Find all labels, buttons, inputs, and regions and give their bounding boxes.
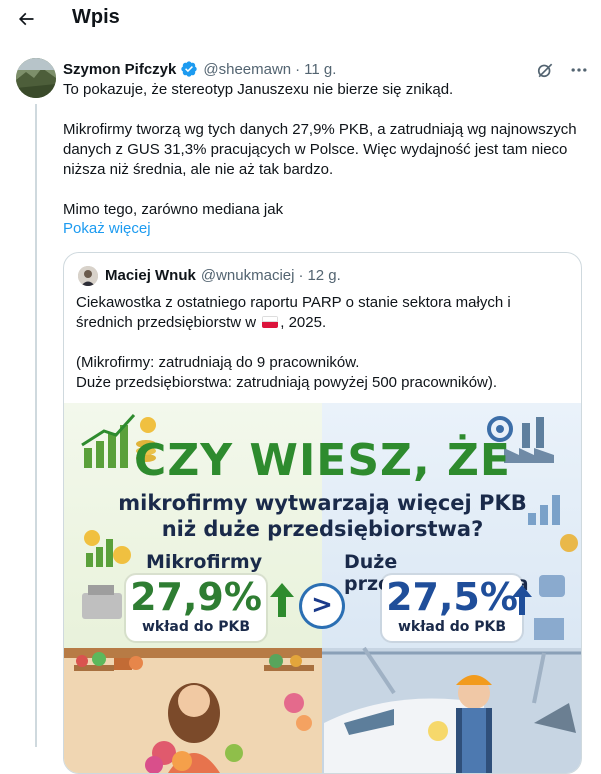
post-text: To pokazuje, że stereotyp Januszexu nie … xyxy=(63,81,577,218)
back-button[interactable] xyxy=(8,2,44,36)
large-enterprises-card: 27,5% wkład do PKB xyxy=(382,575,522,641)
microfirms-card: 27,9% wkład do PKB xyxy=(126,575,266,641)
quote-author-name: Maciej Wnuk xyxy=(105,267,196,284)
infographic-left-title: Mikrofirmy xyxy=(146,551,263,573)
greater-than-symbol: > xyxy=(302,586,342,626)
author-avatar[interactable] xyxy=(16,58,56,98)
infographic-subheadline: mikrofirmy wytwarzają więcej PKB niż duż… xyxy=(118,491,527,541)
quote-author-handle: @wnukmaciej xyxy=(200,267,295,284)
infographic-headline: CZY WIESZ, ŻE xyxy=(134,435,511,486)
page-title: Wpis xyxy=(72,6,120,28)
author-name[interactable]: Szymon Pifczyk xyxy=(63,61,176,78)
post-author-row: Szymon Pifczyk @sheemawn · 11 g. xyxy=(63,60,336,78)
large-enterprises-label: wkład do PKB xyxy=(397,619,507,635)
top-bar: Wpis xyxy=(0,0,601,38)
quoted-infographic-image[interactable]: CZY WIESZ, ŻE mikrofirmy wytwarzają więc… xyxy=(64,403,581,773)
microfirms-label: wkład do PKB xyxy=(141,619,251,635)
quote-text: Ciekawostka z ostatniego raportu PARP o … xyxy=(76,293,571,393)
quote-dot-separator: · xyxy=(298,267,304,284)
verified-badge-icon xyxy=(180,60,198,78)
arrow-left-icon xyxy=(18,12,34,26)
author-handle[interactable]: @sheemawn xyxy=(203,61,291,78)
post-actions-top xyxy=(533,58,591,82)
microfirms-value: 27,9% xyxy=(130,575,262,619)
quote-author-avatar xyxy=(78,266,98,286)
poland-flag-icon xyxy=(262,316,279,328)
thread-line xyxy=(35,104,37,747)
large-enterprises-value: 27,5% xyxy=(386,575,518,619)
quote-time: 12 g. xyxy=(307,267,341,284)
up-arrow-green-icon xyxy=(270,583,294,617)
quote-author-row: Maciej Wnuk @wnukmaciej · 12 g. xyxy=(105,267,341,284)
show-more-link[interactable]: Pokaż więcej xyxy=(63,220,151,237)
more-icon[interactable] xyxy=(567,58,591,82)
grok-icon[interactable] xyxy=(533,58,557,82)
up-arrow-blue-icon xyxy=(512,585,532,615)
post-time[interactable]: 11 g. xyxy=(304,61,336,78)
dot-separator: · xyxy=(295,60,301,78)
quoted-post[interactable]: Maciej Wnuk @wnukmaciej · 12 g. Ciekawos… xyxy=(63,252,582,774)
